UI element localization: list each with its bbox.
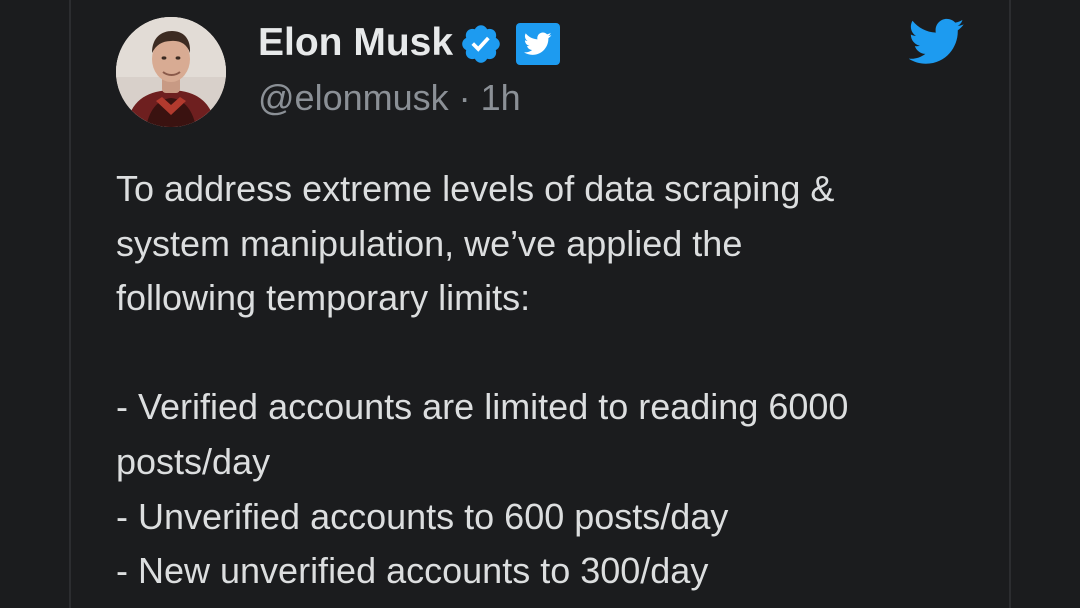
twitter-logo-icon [908, 18, 965, 66]
tweet-line: system manipulation, we’ve applied the [116, 222, 743, 264]
tweet-line: - Unverified accounts to 600 posts/day [116, 495, 729, 537]
twitter-bird-badge-icon [516, 23, 560, 65]
meta-separator: · [458, 77, 471, 118]
author-meta: @elonmusk · 1h [258, 76, 521, 120]
author-name[interactable]: Elon Musk [258, 20, 453, 66]
tweet-timestamp[interactable]: 1h [481, 77, 521, 118]
author-handle[interactable]: @elonmusk [258, 77, 449, 118]
verified-badge-icon [459, 22, 503, 66]
right-divider [1009, 0, 1011, 608]
tweet-line: - Verified accounts are limited to readi… [116, 386, 849, 428]
tweet-text: To address extreme levels of data scrapi… [116, 162, 996, 599]
tweet-line: - New unverified accounts to 300/day [116, 550, 709, 592]
tweet-line: To address extreme levels of data scrapi… [116, 168, 835, 209]
tweet-line: posts/day [116, 440, 271, 482]
tweet-line: following temporary limits: [116, 277, 531, 319]
left-divider [69, 0, 71, 608]
tweet-card: Elon Musk @elonmusk · 1h To address extrem… [0, 0, 1080, 608]
avatar-image [116, 17, 226, 127]
avatar[interactable] [116, 17, 226, 127]
